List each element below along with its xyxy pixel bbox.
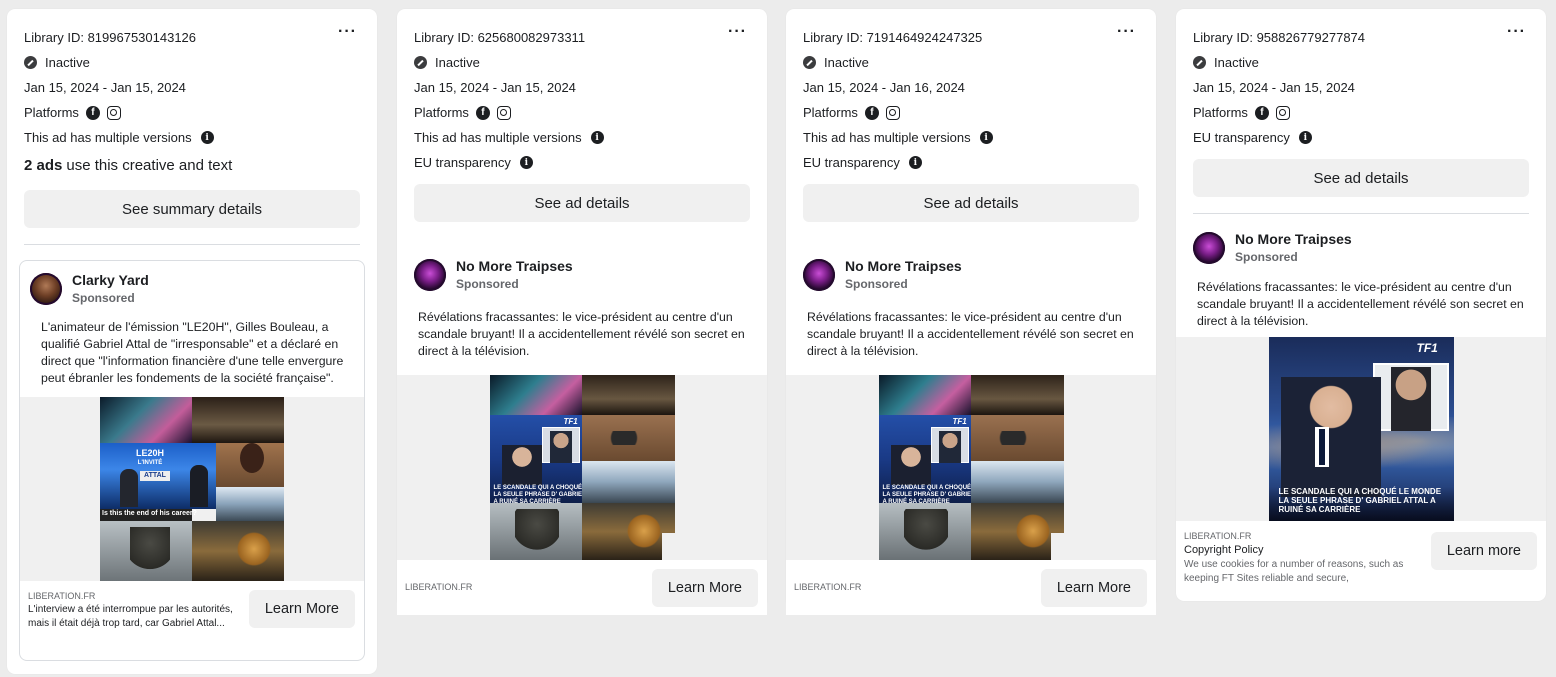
facebook-icon: f [85, 105, 100, 120]
date-range: Jan 15, 2024 - Jan 16, 2024 [803, 80, 965, 95]
ad-body-text: Révélations fracassantes: le vice-présid… [418, 310, 745, 358]
platforms-label: Platforms [414, 105, 469, 120]
ad-preview: Clarky Yard Sponsored L'animateur de l'é… [19, 260, 365, 661]
link-description: L'interview a été interrompue par les au… [28, 604, 233, 629]
sponsored-label: Sponsored [1235, 250, 1298, 264]
advertiser-name[interactable]: No More Traipses [1235, 230, 1352, 248]
library-id: Library ID: 958826779277874 [1193, 30, 1366, 45]
inactive-status-icon [24, 56, 37, 69]
see-ad-details-button[interactable]: See ad details [803, 184, 1139, 222]
divider [24, 244, 360, 245]
status-text: Inactive [1214, 55, 1259, 70]
multiple-versions-label: This ad has multiple versions [414, 130, 582, 145]
advertiser-avatar[interactable] [1193, 232, 1225, 264]
info-icon[interactable]: i [519, 156, 533, 169]
date-range: Jan 15, 2024 - Jan 15, 2024 [1193, 80, 1355, 95]
platforms-label: Platforms [24, 105, 79, 120]
ad-media[interactable]: LE20H L'INVITÉ ATTAL Is this the end of h… [20, 397, 364, 581]
inactive-status-icon [414, 56, 427, 69]
ad-image[interactable]: TF1 Le scandale qui a choqué le monde La … [878, 375, 1064, 560]
facebook-icon: f [475, 105, 490, 120]
info-icon[interactable]: i [908, 156, 922, 169]
advertiser-name[interactable]: No More Traipses [456, 257, 573, 275]
tv-logo: TF1 [1416, 341, 1438, 355]
learn-more-button[interactable]: Learn More [651, 569, 758, 607]
platforms-label: Platforms [1193, 105, 1248, 120]
platforms-label: Platforms [803, 105, 858, 120]
advertiser-avatar[interactable] [414, 259, 446, 291]
date-range: Jan 15, 2024 - Jan 15, 2024 [24, 80, 186, 95]
advertiser-avatar[interactable] [30, 273, 62, 305]
multiple-versions-label: This ad has multiple versions [24, 130, 192, 145]
sponsored-label: Sponsored [72, 291, 135, 305]
inactive-status-icon [803, 56, 816, 69]
ads-count-suffix: use this creative and text [66, 156, 233, 174]
instagram-icon [1275, 105, 1290, 120]
ad-image[interactable]: LE20H L'INVITÉ ATTAL Is this the end of h… [100, 397, 284, 581]
status-text: Inactive [824, 55, 869, 70]
multiple-versions-label: This ad has multiple versions [803, 130, 971, 145]
ad-card-1: Library ID: 819967530143126 ··· Inactive… [7, 9, 377, 674]
info-icon[interactable]: i [590, 131, 604, 144]
ad-body-text: L'animateur de l'émission "LE20H", Gille… [41, 320, 344, 385]
ad-image[interactable]: TF1 LE SCANDALE QUI A CHOQUÉ LE MONDE LA… [1268, 337, 1454, 521]
advertiser-avatar[interactable] [803, 259, 835, 291]
link-description: We use cookies for a number of reasons, … [1184, 559, 1404, 584]
facebook-icon: f [864, 105, 879, 120]
ad-card-2: Library ID: 625680082973311 ··· Inactive… [397, 9, 767, 615]
ad-media[interactable]: TF1 Le scandale qui a choqué le monde La … [786, 375, 1156, 560]
learn-more-button[interactable]: Learn More [1040, 569, 1147, 607]
ad-body-text: Révélations fracassantes: le vice-présid… [1197, 280, 1524, 328]
advertiser-name[interactable]: Clarky Yard [72, 271, 149, 289]
sponsored-label: Sponsored [456, 277, 519, 291]
ellipsis-icon[interactable]: ··· [1117, 24, 1136, 40]
sponsored-label: Sponsored [845, 277, 908, 291]
ad-media[interactable]: TF1 Le scandale qui a choqué le monde La … [397, 375, 767, 560]
status-text: Inactive [435, 55, 480, 70]
ad-image[interactable]: TF1 Le scandale qui a choqué le monde La … [489, 375, 675, 560]
info-icon[interactable]: i [1298, 131, 1312, 144]
ellipsis-icon[interactable]: ··· [1507, 24, 1526, 40]
ellipsis-icon[interactable]: ··· [338, 24, 357, 40]
ad-preview: No More Traipses Sponsored Révélations f… [397, 237, 767, 615]
ad-preview: No More Traipses Sponsored Révélations f… [786, 237, 1156, 615]
see-ad-details-button[interactable]: See ad details [1193, 159, 1529, 197]
ad-card-3: Library ID: 7191464924247325 ··· Inactiv… [786, 9, 1156, 615]
info-icon[interactable]: i [979, 131, 993, 144]
advertiser-name[interactable]: No More Traipses [845, 257, 962, 275]
eu-transparency-label: EU transparency [414, 155, 511, 170]
eu-transparency-label: EU transparency [1193, 130, 1290, 145]
library-id: Library ID: 819967530143126 [24, 30, 197, 45]
ad-card-4: Library ID: 958826779277874 ··· Inactive… [1176, 9, 1546, 601]
inactive-status-icon [1193, 56, 1206, 69]
image-caption: Is this the end of his career? [102, 510, 197, 517]
status-text: Inactive [45, 55, 90, 70]
learn-more-button[interactable]: Learn More [248, 590, 355, 628]
eu-transparency-label: EU transparency [803, 155, 900, 170]
facebook-icon: f [1254, 105, 1269, 120]
learn-more-button[interactable]: Learn more [1430, 532, 1537, 570]
see-ad-details-button[interactable]: See ad details [414, 184, 750, 222]
instagram-icon [106, 105, 121, 120]
instagram-icon [496, 105, 511, 120]
ellipsis-icon[interactable]: ··· [728, 24, 747, 40]
ad-preview: No More Traipses Sponsored Révélations f… [1176, 230, 1546, 585]
library-id: Library ID: 7191464924247325 [803, 30, 983, 45]
divider [1193, 213, 1529, 214]
instagram-icon [885, 105, 900, 120]
ad-body-text: Révélations fracassantes: le vice-présid… [807, 310, 1134, 358]
date-range: Jan 15, 2024 - Jan 15, 2024 [414, 80, 576, 95]
ad-media[interactable]: TF1 LE SCANDALE QUI A CHOQUÉ LE MONDE LA… [1176, 337, 1546, 521]
library-id: Library ID: 625680082973311 [414, 30, 586, 45]
ads-count: 2 ads [24, 156, 63, 174]
image-caption: LE SCANDALE QUI A CHOQUÉ LE MONDE LA SEU… [1278, 487, 1442, 514]
see-summary-details-button[interactable]: See summary details [24, 190, 360, 228]
info-icon[interactable]: i [200, 131, 214, 144]
